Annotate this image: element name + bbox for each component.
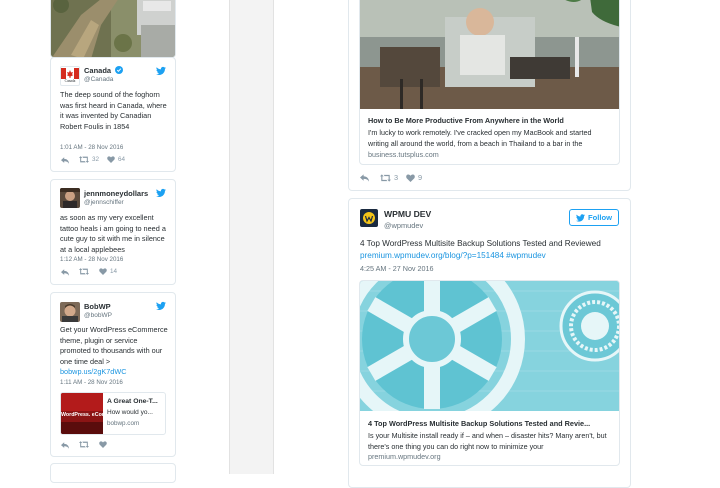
like-button[interactable]: 64 — [107, 156, 125, 163]
like-count: 9 — [418, 173, 423, 182]
heart-icon — [99, 268, 107, 275]
reply-icon — [61, 442, 69, 449]
link-preview-card[interactable]: 4 Top WordPress Multisite Backup Solutio… — [359, 280, 620, 466]
retweet-button[interactable] — [79, 268, 89, 275]
link-preview-title: How to Be More Productive From Anywhere … — [368, 116, 564, 125]
retweet-icon — [79, 441, 89, 448]
author-name[interactable]: WPMU DEV — [384, 209, 431, 219]
retweet-button[interactable]: 32 — [79, 156, 99, 163]
reply-icon — [360, 174, 369, 182]
link-preview-desc: How would yo... — [107, 409, 153, 416]
avatar-wpmudev[interactable] — [360, 209, 378, 227]
avatar-caption: Canada — [64, 79, 76, 83]
retweet-icon — [79, 156, 89, 163]
link-preview-image-text: WordPress. eCom — [61, 412, 107, 418]
author-name[interactable]: jennmoneydollars — [84, 189, 148, 198]
tweet-timestamp[interactable]: 4:25 AM - 27 Nov 2016 — [360, 264, 434, 273]
column-separator — [229, 0, 274, 474]
link-preview-desc: Is your Multisite install ready if – and… — [368, 431, 607, 451]
link-preview-url: bobwp.com — [107, 420, 140, 427]
tweet-photo — [51, 0, 175, 57]
avatar-image — [60, 188, 80, 208]
link-preview-url: premium.wpmudev.org — [368, 452, 441, 461]
reply-icon — [61, 269, 69, 276]
reply-icon — [61, 157, 69, 164]
heart-icon — [99, 441, 107, 448]
tweet-card-next[interactable] — [50, 463, 176, 483]
retweet-button[interactable]: 3 — [380, 173, 398, 182]
link-preview-title: A Great One-T... — [107, 398, 158, 405]
tweet-card-photo[interactable] — [50, 0, 176, 58]
like-button[interactable] — [99, 441, 107, 448]
twitter-bird-icon — [575, 213, 585, 222]
avatar-image — [60, 302, 80, 322]
verified-badge-icon — [115, 66, 123, 74]
link-preview-image — [360, 0, 619, 109]
author-handle[interactable]: @Canada — [84, 76, 113, 83]
like-button[interactable]: 14 — [99, 268, 117, 275]
author-name[interactable]: Canada — [84, 66, 111, 75]
retweet-count: 3 — [394, 173, 399, 182]
link-preview-card[interactable]: How to Be More Productive From Anywhere … — [359, 0, 620, 165]
follow-label: Follow — [587, 213, 613, 222]
tweet-timestamp[interactable]: 1:12 AM - 28 Nov 2016 — [60, 256, 123, 263]
reply-button[interactable] — [61, 269, 69, 276]
reply-button[interactable] — [61, 157, 69, 164]
retweet-count: 32 — [92, 156, 100, 163]
twitter-bird-icon[interactable] — [156, 301, 166, 311]
tweet-text: Get your WordPress eCommerce theme, plug… — [60, 325, 168, 378]
tweet-link[interactable]: bobwp.us/2gK7dWC — [60, 367, 127, 376]
reply-button[interactable] — [61, 442, 69, 449]
avatar-jennschiffer[interactable] — [60, 188, 80, 208]
tweet-text: 4 Top WordPress Multisite Backup Solutio… — [360, 239, 601, 248]
link-preview-image — [360, 281, 619, 411]
author-handle[interactable]: @bobWP — [84, 312, 112, 319]
follow-button[interactable]: Follow — [569, 209, 619, 226]
retweet-button[interactable] — [79, 441, 89, 448]
author-handle[interactable]: @wpmudev — [384, 221, 423, 230]
heart-icon — [406, 173, 415, 182]
twitter-bird-icon[interactable] — [156, 66, 166, 76]
link-preview-url: business.tutsplus.com — [368, 150, 439, 159]
tweet-timestamp[interactable]: 1:11 AM - 28 Nov 2016 — [60, 379, 123, 386]
author-name[interactable]: BobWP — [84, 302, 111, 311]
like-count: 14 — [110, 268, 118, 275]
retweet-icon — [380, 173, 391, 182]
link-preview-image: WordPress. eCom — [61, 393, 107, 434]
avatar-bobwp[interactable] — [60, 302, 80, 322]
tweet-text: as soon as my very excellent tattoo heal… — [60, 213, 166, 254]
reply-button[interactable] — [360, 174, 369, 182]
wpmudev-logo-icon — [363, 212, 375, 224]
like-count: 64 — [118, 156, 126, 163]
author-handle[interactable]: @jennschiffer — [84, 199, 124, 206]
avatar-canada[interactable]: Canada — [60, 66, 80, 86]
heart-icon — [107, 156, 115, 163]
tweet-link[interactable]: premium.wpmudev.org/blog/?p=151484 #wpmu… — [360, 251, 546, 260]
like-button[interactable]: 9 — [406, 173, 422, 182]
link-preview-desc: I'm lucky to work remotely. I've cracked… — [368, 128, 592, 148]
link-preview-card[interactable]: WordPress. eCom A Great One-T... How wou… — [60, 392, 166, 435]
link-preview-title: 4 Top WordPress Multisite Backup Solutio… — [368, 419, 591, 428]
retweet-icon — [79, 268, 89, 275]
tweet-timestamp[interactable]: 1:01 AM - 28 Nov 2016 — [60, 144, 123, 151]
tweet-text: The deep sound of the foghorn was first … — [60, 90, 167, 131]
tweet-text-content: Get your WordPress eCommerce theme, plug… — [60, 325, 168, 366]
twitter-bird-icon[interactable] — [156, 188, 166, 198]
